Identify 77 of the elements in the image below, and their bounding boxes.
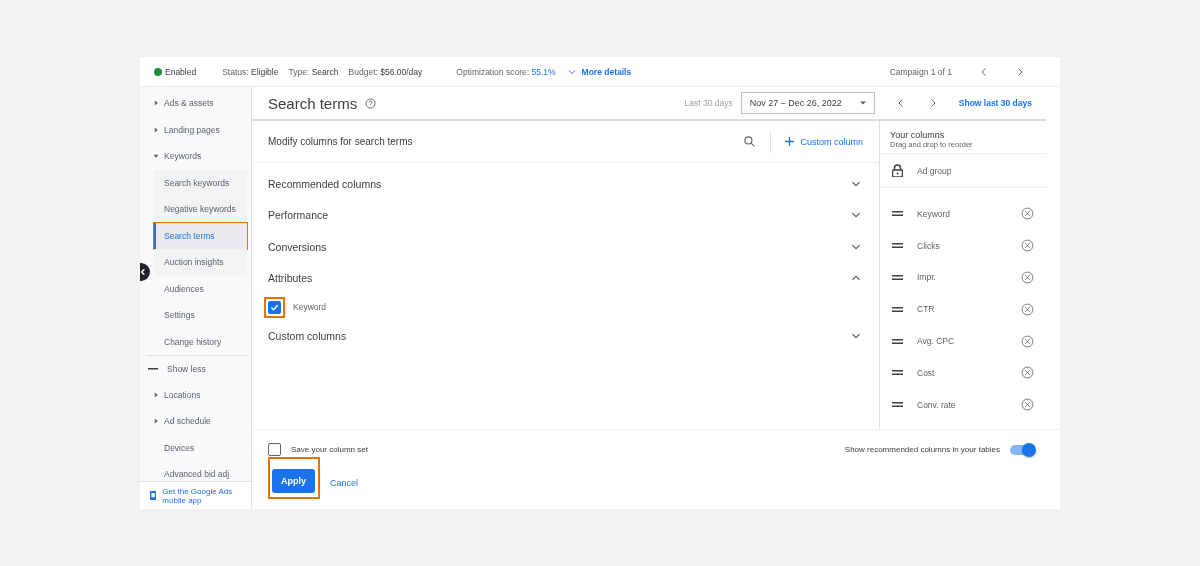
date-range-dropdown[interactable]: Nov 27 – Dec 26, 2022 [740, 92, 875, 114]
column-name: CTR [917, 304, 936, 315]
remove-icon[interactable] [1021, 334, 1034, 348]
sidebar-item[interactable]: Change history [140, 328, 247, 355]
caret-down-icon [153, 153, 159, 160]
phone-icon [150, 489, 157, 502]
summary-item: Budget: $56.00/day [348, 66, 423, 77]
checkbox-label: Save your column set [291, 445, 368, 454]
summary-item: Status: Eligible [222, 66, 279, 77]
sidebar-item[interactable]: Advanced bid adj [140, 461, 247, 481]
sidebar-item[interactable]: Locations [140, 381, 247, 408]
drag-handle-icon[interactable] [892, 306, 903, 312]
checkbox[interactable] [268, 443, 281, 456]
toggle-switch[interactable] [1010, 444, 1034, 455]
column-name: Ad group [917, 165, 952, 176]
section-header[interactable]: Performance [252, 199, 879, 231]
section-header[interactable]: Attributes [252, 262, 879, 294]
sidebar-subitem[interactable]: Auction insights [154, 249, 247, 276]
drag-handle-icon[interactable] [892, 370, 903, 376]
column-name: Clicks [917, 240, 941, 251]
panel-title: Modify columns for search terms [268, 136, 413, 147]
chevron-left-icon [140, 268, 147, 276]
sidebar-item[interactable]: Keywords [140, 143, 247, 170]
toggle-label: Show recommended columns in your tables [844, 445, 1000, 454]
search-icon[interactable] [743, 135, 757, 148]
remove-icon[interactable] [1021, 207, 1034, 221]
column-name: Conv. rate [917, 399, 957, 410]
drag-handle-icon[interactable] [892, 275, 903, 280]
sidebar-item[interactable]: Ads & assets [140, 90, 247, 117]
caret-right-icon [153, 418, 159, 425]
lock-icon [892, 164, 903, 177]
minus-icon [148, 367, 158, 370]
sidebar-item[interactable]: Landing pages [140, 116, 247, 143]
checkbox-label: Keyword [293, 302, 327, 312]
section-header[interactable]: Custom columns [252, 320, 879, 352]
range-label: Last 30 days [684, 98, 733, 108]
section-header[interactable]: Recommended columns [252, 168, 879, 200]
remove-icon[interactable] [1021, 271, 1034, 284]
caret-right-icon [153, 100, 159, 107]
cancel-button[interactable]: Cancel [330, 477, 359, 488]
caret-right-icon [153, 391, 159, 398]
help-icon[interactable] [365, 97, 377, 109]
sidebar-subitem[interactable]: Search keywords [154, 169, 247, 196]
your-columns-title: Your columns [890, 130, 946, 140]
drag-handle-icon[interactable] [892, 338, 903, 344]
plus-icon [785, 137, 795, 146]
page-title: Search terms [268, 94, 358, 112]
sidebar-item[interactable]: Devices [140, 434, 247, 461]
column-name: Cost [917, 367, 936, 378]
campaign-counter: Campaign 1 of 1 [889, 66, 952, 77]
check-icon [270, 302, 279, 312]
optimization-score: Optimization score: 55.1% [456, 66, 556, 77]
column-name: Avg. CPC [917, 336, 956, 347]
drag-handle-icon[interactable] [892, 243, 903, 249]
sidebar-item[interactable]: Settings [140, 302, 247, 329]
remove-icon[interactable] [1021, 398, 1034, 412]
drag-handle-icon[interactable] [892, 402, 903, 408]
custom-column-button[interactable]: Custom column [785, 136, 863, 147]
drag-handle-icon[interactable] [892, 211, 903, 217]
campaign-status: Enabled [165, 66, 197, 77]
summary-item: Type: Search [288, 66, 339, 77]
show-last-30-days-link[interactable]: Show last 30 days [958, 98, 1032, 108]
column-name: Keyword [917, 208, 952, 219]
dropdown-icon [859, 101, 866, 105]
caret-right-icon [153, 126, 159, 133]
more-details-link[interactable]: More details [581, 66, 632, 77]
sidebar-subitem[interactable]: Negative keywords [154, 196, 247, 223]
show-less-toggle[interactable]: Show less [146, 355, 247, 382]
sidebar-item[interactable]: Ad schedule [140, 408, 247, 435]
column-name: Impr. [917, 272, 937, 283]
sidebar-item[interactable]: Audiences [140, 275, 247, 302]
section-header[interactable]: Conversions [252, 231, 879, 263]
remove-icon[interactable] [1021, 366, 1034, 380]
remove-icon[interactable] [1021, 302, 1034, 316]
remove-icon[interactable] [1021, 239, 1034, 253]
apply-button[interactable]: Apply [272, 469, 315, 493]
sidebar-subitem[interactable]: Search terms [154, 222, 247, 249]
